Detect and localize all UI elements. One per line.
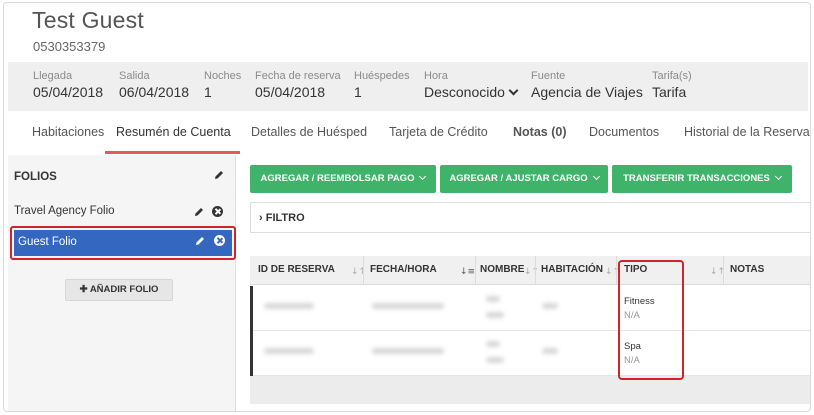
add-adjust-charge-label: AGREGAR / AJUSTAR CARGO	[449, 173, 588, 184]
remove-circle-icon[interactable]	[214, 235, 225, 246]
source-info: Fuente Agencia de Viajes	[531, 70, 643, 100]
redacted-date-time	[372, 348, 444, 354]
booking-date-value: 05/04/2018	[255, 84, 326, 100]
redacted-name	[486, 296, 500, 302]
active-tab-indicator	[105, 151, 240, 154]
table-header: ID DE RESERVA ↓↑ FECHA/HORA ↓≡ NOMBRE ↓↑…	[250, 256, 810, 285]
transfer-transactions-label: TRANSFERIR TRANSACCIONES	[623, 173, 770, 184]
column-name[interactable]: NOMBRE	[480, 264, 524, 275]
departure-value: 06/04/2018	[119, 84, 190, 100]
rates-value: Tarifa	[652, 84, 687, 100]
rates-label: Tarifa(s)	[652, 70, 692, 82]
table-row[interactable]: Fitness N/A	[250, 286, 810, 331]
arrival-info: Llegada 05/04/2018	[33, 70, 103, 100]
nights-info: Noches 1	[204, 70, 241, 100]
table-row[interactable]: Spa N/A	[250, 331, 810, 376]
folio-name: Guest Folio	[18, 236, 77, 248]
source-label: Fuente	[531, 70, 566, 82]
chevron-down-icon	[508, 85, 519, 96]
folios-sidebar: FOLIOS Travel Agency Folio Guest Folio ✚…	[8, 155, 236, 411]
tab-rooms[interactable]: Habitaciones	[32, 125, 104, 139]
folios-title: FOLIOS	[14, 171, 57, 183]
column-notes[interactable]: NOTAS	[730, 264, 764, 275]
tab-notes[interactable]: Notas (0)	[513, 125, 566, 139]
redacted-name	[486, 341, 500, 347]
chevron-down-icon	[774, 172, 782, 181]
add-adjust-charge-button[interactable]: AGREGAR / AJUSTAR CARGO	[440, 165, 608, 193]
edit-pencil-icon[interactable]	[194, 235, 206, 247]
tab-documents[interactable]: Documentos	[589, 125, 659, 139]
guests-info: Huéspedes 1	[354, 70, 410, 100]
folio-item-travel-agency[interactable]: Travel Agency Folio	[8, 197, 236, 227]
arrival-value: 05/04/2018	[33, 84, 104, 100]
filter-text: FILTRO	[265, 212, 305, 224]
add-refund-payment-button[interactable]: AGREGAR / REEMBOLSAR PAGO	[250, 165, 436, 193]
sort-desc-icon[interactable]: ↓≡	[460, 267, 475, 277]
filter-label: › FILTRO	[259, 212, 305, 224]
departure-info: Salida 06/04/2018	[119, 70, 189, 100]
rates-info: Tarifa(s) Tarifa	[652, 70, 692, 100]
reservation-tabs: Habitaciones Resumén de Cuenta Detalles …	[4, 115, 810, 155]
row-marker	[250, 286, 253, 331]
time-value: Desconocido	[424, 84, 505, 100]
row-marker	[250, 331, 253, 376]
reservation-info-bar: Llegada 05/04/2018 Salida 06/04/2018 Noc…	[8, 62, 808, 111]
remove-circle-icon[interactable]	[212, 206, 223, 217]
column-divider	[616, 256, 617, 285]
chevron-right-icon: ›	[259, 212, 263, 224]
booking-date-info: Fecha de reserva 05/04/2018	[255, 70, 341, 100]
folio-selected-background: Guest Folio	[14, 230, 232, 256]
sort-icon[interactable]: ↓↑	[524, 267, 539, 277]
nights-value: 1	[204, 84, 212, 100]
time-select[interactable]: Desconocido	[424, 84, 519, 100]
tab-guest-details[interactable]: Detalles de Huésped	[251, 125, 367, 139]
plus-icon: ✚	[79, 284, 90, 295]
guest-phone: 0530353379	[33, 39, 106, 54]
redacted-reservation-id	[264, 303, 314, 309]
folio-name: Travel Agency Folio	[14, 205, 115, 217]
time-info[interactable]: Hora Desconocido	[424, 70, 519, 100]
guests-label: Huéspedes	[354, 70, 410, 82]
filter-toggle[interactable]: › FILTRO	[250, 202, 810, 233]
redacted-name	[486, 312, 504, 318]
tab-credit-card[interactable]: Tarjeta de Crédito	[389, 125, 488, 139]
table-footer	[250, 376, 810, 404]
column-room[interactable]: HABITACIÓN	[541, 264, 603, 275]
column-divider	[535, 256, 536, 285]
add-refund-payment-label: AGREGAR / REEMBOLSAR PAGO	[260, 173, 415, 184]
departure-label: Salida	[119, 70, 150, 82]
window-frame: Test Guest 0530353379 Llegada 05/04/2018…	[3, 2, 811, 412]
booking-date-label: Fecha de reserva	[255, 70, 341, 82]
nights-label: Noches	[204, 70, 242, 82]
edit-pencil-icon[interactable]	[193, 206, 205, 218]
type-column-highlight	[618, 260, 684, 380]
guest-name: Test Guest	[32, 7, 144, 33]
tab-reservation-history[interactable]: Historial de la Reserva	[684, 125, 810, 139]
redacted-date-time	[372, 303, 444, 309]
column-divider	[363, 256, 364, 285]
chevron-down-icon	[419, 172, 427, 181]
column-divider	[475, 256, 476, 285]
add-folio-label: AÑADIR FOLIO	[89, 284, 159, 295]
edit-folios-pencil-icon[interactable]	[213, 169, 225, 181]
transactions-table: ID DE RESERVA ↓↑ FECHA/HORA ↓≡ NOMBRE ↓↑…	[250, 256, 810, 406]
column-divider	[723, 256, 724, 285]
folio-item-guest-selected[interactable]: Guest Folio	[10, 226, 236, 260]
time-label: Hora	[424, 70, 448, 82]
chevron-down-icon	[592, 172, 600, 181]
redacted-reservation-id	[264, 348, 314, 354]
redacted-room	[542, 303, 558, 309]
redacted-room	[542, 348, 558, 354]
arrival-label: Llegada	[33, 70, 73, 82]
tab-account-summary[interactable]: Resumén de Cuenta	[116, 125, 231, 139]
column-date-time[interactable]: FECHA/HORA	[370, 264, 437, 275]
redacted-name	[486, 357, 504, 363]
guests-value: 1	[354, 84, 362, 100]
add-folio-button[interactable]: ✚ AÑADIR FOLIO	[65, 279, 173, 301]
transfer-transactions-button[interactable]: TRANSFERIR TRANSACCIONES	[612, 165, 792, 193]
source-value: Agencia de Viajes	[531, 84, 643, 100]
column-reservation-id[interactable]: ID DE RESERVA	[258, 264, 335, 275]
